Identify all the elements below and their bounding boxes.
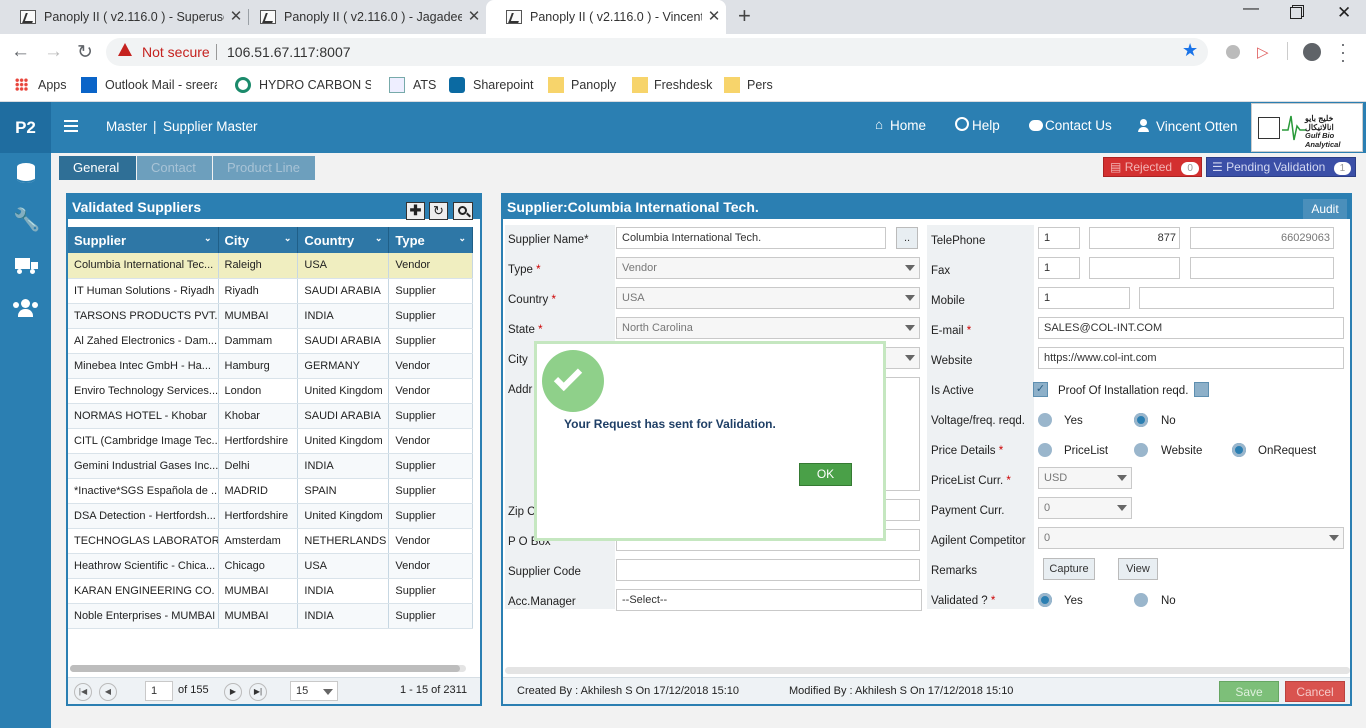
ok-button[interactable]: OK xyxy=(799,463,852,486)
dialog-message: Your Request has sent for Validation. xyxy=(564,417,776,431)
validation-dialog: Your Request has sent for Validation. OK xyxy=(534,341,886,541)
success-check-icon xyxy=(542,350,604,412)
modal-overlay: Your Request has sent for Validation. OK xyxy=(0,0,1366,728)
